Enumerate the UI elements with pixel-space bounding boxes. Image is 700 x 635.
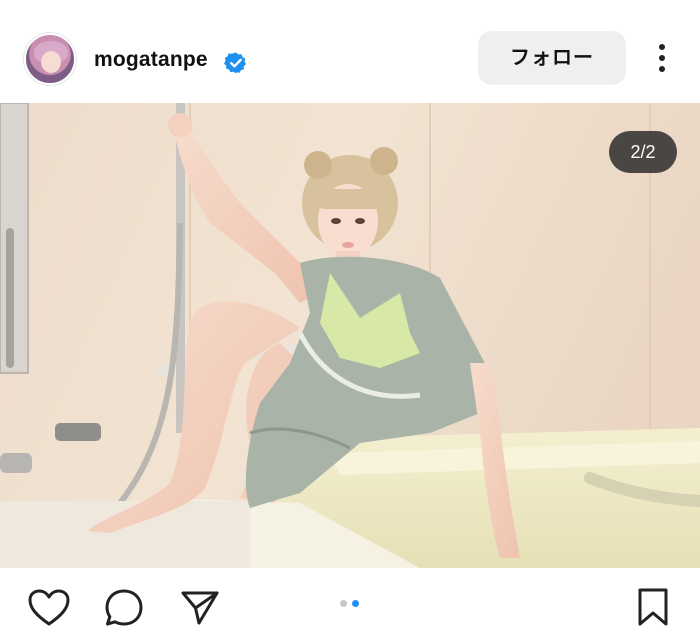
comment-icon[interactable] — [104, 588, 144, 628]
verified-badge-icon — [224, 52, 246, 74]
username[interactable]: mogatanpe — [94, 48, 208, 72]
send-icon[interactable] — [180, 589, 220, 627]
heart-icon[interactable] — [28, 589, 70, 627]
carousel-dot-1 — [340, 600, 347, 607]
follow-button[interactable]: フォロー — [478, 31, 626, 85]
post-header: mogatanpe フォロー — [0, 0, 700, 103]
carousel-dot-2-active — [352, 600, 359, 607]
carousel-indicator — [338, 600, 362, 608]
bookmark-icon[interactable] — [636, 587, 670, 627]
post-photo-illustration — [0, 103, 700, 568]
post-image[interactable] — [0, 103, 700, 568]
avatar-face — [41, 51, 61, 73]
more-options-icon[interactable] — [650, 40, 674, 76]
avatar[interactable] — [24, 33, 76, 85]
image-counter: 2/2 — [609, 131, 677, 173]
